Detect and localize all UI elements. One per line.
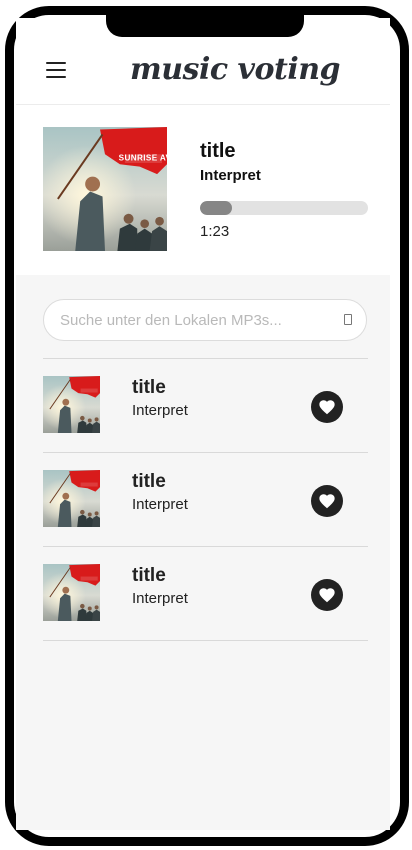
- song-title: title: [132, 565, 166, 586]
- song-album-cover: [43, 470, 100, 527]
- search-box[interactable]: [43, 299, 367, 341]
- heart-icon: [319, 494, 335, 509]
- song-artist: Interpret: [132, 496, 188, 513]
- heart-icon: [319, 400, 335, 415]
- vote-heart-button[interactable]: [311, 579, 343, 611]
- app-screen: music voting SUNRISE AVE title Interpret…: [16, 18, 390, 830]
- hamburger-menu-icon[interactable]: [46, 62, 66, 78]
- playback-progress-fill: [200, 201, 232, 215]
- now-playing-title: title: [200, 140, 236, 162]
- list-divider: [43, 640, 368, 641]
- playback-progress-bar[interactable]: [200, 201, 368, 215]
- song-list-item: title Interpret: [43, 453, 368, 546]
- now-playing-album-cover: SUNRISE AVE: [43, 127, 167, 251]
- now-playing-artist: Interpret: [200, 167, 261, 184]
- song-album-cover: [43, 376, 100, 433]
- search-icon[interactable]: [344, 314, 352, 325]
- song-title: title: [132, 471, 166, 492]
- song-list-item: title Interpret: [43, 547, 368, 640]
- playback-time: 1:23: [200, 223, 230, 240]
- song-list-area: title Interpret title Interpret title In…: [16, 275, 390, 830]
- album-cover-text: SUNRISE AVE: [119, 153, 167, 162]
- heart-icon: [319, 588, 335, 603]
- song-album-cover: [43, 564, 100, 621]
- song-artist: Interpret: [132, 402, 188, 419]
- search-input[interactable]: [60, 300, 320, 340]
- vote-heart-button[interactable]: [311, 485, 343, 517]
- song-title: title: [132, 377, 166, 398]
- phone-notch: [106, 6, 304, 37]
- song-list-item: title Interpret: [43, 359, 368, 452]
- song-artist: Interpret: [132, 590, 188, 607]
- now-playing-panel: SUNRISE AVE title Interpret 1:23: [16, 105, 390, 275]
- vote-heart-button[interactable]: [311, 391, 343, 423]
- app-title: music voting: [130, 52, 341, 87]
